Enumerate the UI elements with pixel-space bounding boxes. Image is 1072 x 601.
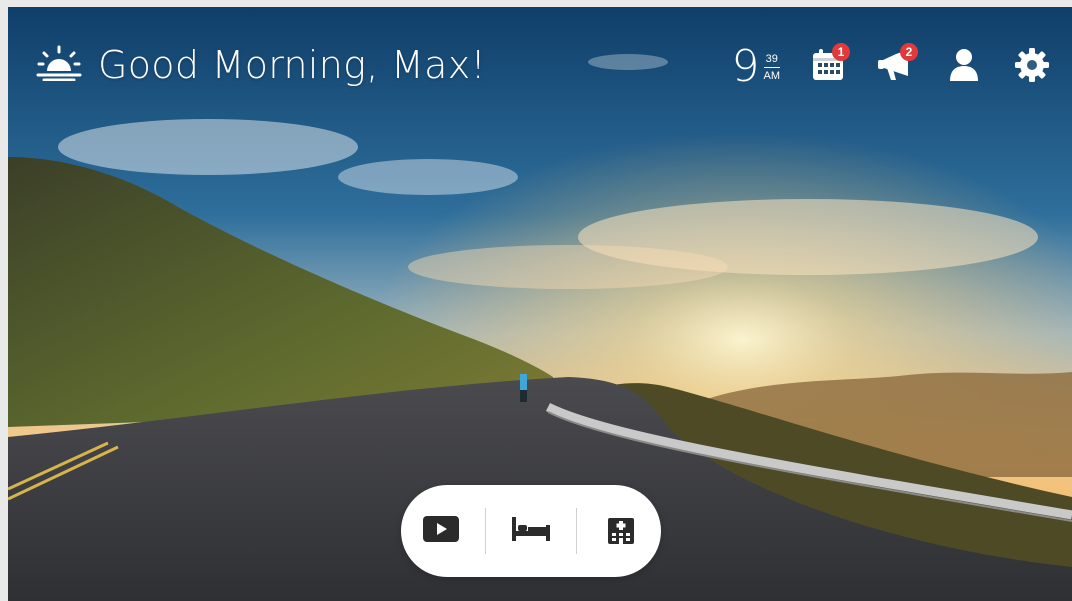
clock-minute-ampm: 39 AM [763,52,780,82]
media-button[interactable] [406,501,476,561]
notifications-button[interactable]: 2 [876,43,918,87]
sunrise-icon [36,45,82,86]
settings-button[interactable] [1012,47,1052,87]
dock-divider [575,508,577,554]
top-bar: 9 39 AM 1 2 [731,41,1053,92]
profile-button[interactable] [944,47,984,87]
calendar-button[interactable]: 1 [808,43,850,87]
bed-icon [511,516,550,546]
bottom-dock [401,485,661,577]
clock-hour: 9 [731,41,760,92]
hospital-icon [608,514,635,549]
app-screen: Good Morning, Max! 9 39 AM 1 2 [8,7,1072,601]
greeting: Good Morning, Max! [36,43,486,87]
clock-ampm: AM [763,66,780,82]
clock: 9 39 AM [731,41,780,92]
play-icon [422,515,459,547]
bed-button[interactable] [496,501,566,561]
notifications-badge: 2 [900,43,918,61]
dock-divider [485,508,487,554]
hospital-button[interactable] [586,501,656,561]
greeting-text: Good Morning, Max! [98,43,487,87]
gear-icon [1014,47,1050,88]
user-icon [948,48,980,87]
clock-minute: 39 [765,52,778,65]
calendar-badge: 1 [832,43,850,61]
